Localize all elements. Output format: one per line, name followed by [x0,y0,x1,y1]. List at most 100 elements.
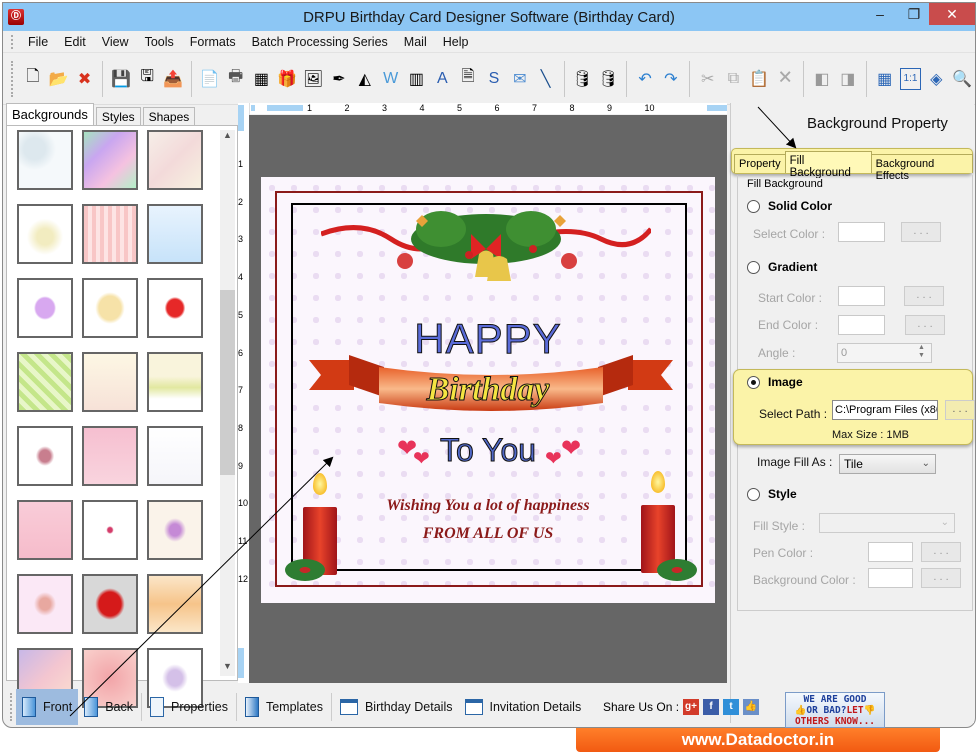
card-title-birthday[interactable]: Birthday [261,371,715,409]
cut-icon[interactable]: ✂ [697,68,719,90]
maximize-button[interactable]: ❐ [899,3,929,25]
background-icon[interactable]: ▦ [251,68,273,90]
export-icon[interactable]: 📤 [162,68,184,90]
signature-icon[interactable]: S [483,68,505,90]
nav-templates[interactable]: Templates [239,689,329,725]
bring-front-icon[interactable]: ◧ [811,68,833,90]
style-option[interactable]: Style [747,487,797,501]
new-icon[interactable]: 🗋 [22,68,44,90]
toolbar-grip[interactable] [11,60,14,97]
nav-invitation-details[interactable]: Invitation Details [459,689,588,725]
menu-file[interactable]: File [20,35,56,49]
background-thumb-pink-damask[interactable] [17,500,73,560]
watermark-icon[interactable]: W [380,68,402,90]
pen-icon[interactable]: ✒ [328,68,350,90]
end-color-button[interactable]: . . . [905,315,945,335]
background-thumb-balloons[interactable] [147,204,203,264]
shapes-icon[interactable]: ◭ [354,68,376,90]
text-icon[interactable]: A [431,68,453,90]
background-thumb-red-hearts[interactable] [147,278,203,338]
tab-shapes[interactable]: Shapes [142,107,196,125]
select-path-input[interactable]: C:\Program Files (x86 [832,400,938,420]
background-thumb-bubbles[interactable] [17,130,73,190]
nav-birthday-details[interactable]: Birthday Details [334,689,459,725]
mail-icon[interactable]: ✉ [509,68,531,90]
background-thumb-colored-hearts[interactable] [17,278,73,338]
background-color-swatch[interactable] [868,568,913,588]
close-file-icon[interactable]: ✖ [74,68,96,90]
background-thumb-birthday-balloons-banner[interactable] [147,574,203,634]
tab-property[interactable]: Property [734,154,786,173]
menubar-grip[interactable] [11,34,14,49]
datadoctor-banner[interactable]: www.Datadoctor.in [576,728,940,752]
scroll-down-icon[interactable]: ▼ [220,661,235,676]
end-color-swatch[interactable] [838,315,885,335]
nav-back[interactable]: Back [78,689,139,725]
zoom-in-icon[interactable]: 🔍 [951,68,973,90]
save-icon[interactable]: 💾 [110,68,132,90]
image-fill-as-select[interactable]: Tile ⌄ [839,454,936,474]
actual-size-icon[interactable]: 1:1 [899,67,922,90]
twitter-icon[interactable]: t [723,699,740,715]
menu-help[interactable]: Help [435,35,477,49]
background-thumb-green-stripes[interactable] [17,352,73,412]
menu-mail[interactable]: Mail [396,35,435,49]
background-thumb-confetti-flowers[interactable] [147,352,203,412]
menu-formats[interactable]: Formats [182,35,244,49]
bottombar-grip[interactable] [10,693,13,721]
start-color-button[interactable]: . . . [904,286,944,306]
background-thumb-pink-hearts-stripes[interactable] [82,204,138,264]
background-thumb-pink-roses[interactable] [17,426,73,486]
tab-styles[interactable]: Styles [95,107,141,125]
line-icon[interactable]: ╲ [535,68,557,90]
open-icon[interactable]: 📂 [48,68,70,90]
pen-color-button[interactable]: . . . [921,542,961,562]
thumbnails-scrollbar[interactable]: ▲ ▼ [220,130,235,676]
close-button[interactable]: ✕ [929,3,975,25]
image-option[interactable]: Image [747,375,803,389]
menu-tools[interactable]: Tools [137,35,182,49]
send-back-icon[interactable]: ◨ [837,68,859,90]
paste-icon[interactable]: 📋 [748,68,770,90]
gradient-radio[interactable] [747,260,760,274]
delete-icon[interactable]: 🗙 [774,68,796,90]
database-new-icon[interactable]: 🛢 [572,68,594,90]
background-thumb-pink-lace-hearts[interactable] [82,426,138,486]
app-logo-icon[interactable]: Ⓓ [8,9,24,25]
like-icon[interactable]: 👍 [743,699,760,715]
save-as-icon[interactable]: 🖫 [136,68,158,90]
google-plus-icon[interactable]: g+ [683,699,700,715]
insert-image-icon[interactable]: 🖼 [302,68,324,90]
select-path-button[interactable]: . . . [945,400,975,420]
database-icon[interactable]: 🛢 [597,68,619,90]
background-thumb-cakes-cream[interactable] [82,352,138,412]
select-color-swatch[interactable] [838,222,885,242]
nav-properties[interactable]: Properties [144,689,234,725]
tab-fill-background[interactable]: Fill Background [784,151,872,179]
gradient-option[interactable]: Gradient [747,260,817,274]
image-radio[interactable] [747,375,760,389]
tab-background-effects[interactable]: Background Effects [870,154,973,182]
print-icon[interactable]: 🖶 [225,68,247,90]
angle-spin-icon[interactable]: ▲ ▼ [918,344,925,360]
card-title-to-you[interactable]: To You [261,432,715,469]
nav-front[interactable]: Front [16,689,79,725]
start-color-swatch[interactable] [838,286,885,306]
properties-icon[interactable]: 📄 [199,68,221,90]
background-thumb-teddy[interactable] [147,130,203,190]
background-thumb-rainbow-watercolor[interactable] [82,130,138,190]
design-canvas[interactable]: HAPPY Birthday ❤ ❤ ❤ ❤ To You Wishing Yo… [249,115,727,683]
text-document-icon[interactable]: 🗎 [457,68,479,90]
minimize-button[interactable]: – [865,3,895,25]
background-thumb-pink-cakes[interactable] [17,574,73,634]
background-color-button[interactable]: . . . [921,568,961,588]
background-thumb-happy-birthday-text[interactable] [17,204,73,264]
style-radio[interactable] [747,487,760,501]
fill-style-select[interactable]: ⌄ [819,513,955,533]
solid-color-option[interactable]: Solid Color [747,199,832,213]
birthday-card[interactable]: HAPPY Birthday ❤ ❤ ❤ ❤ To You Wishing Yo… [261,177,715,603]
menu-batch-processing-series[interactable]: Batch Processing Series [244,35,396,49]
background-thumb-sprinkles[interactable] [82,500,138,560]
gift-icon[interactable]: 🎁 [276,68,298,90]
scrollbar-thumb[interactable] [220,290,235,475]
